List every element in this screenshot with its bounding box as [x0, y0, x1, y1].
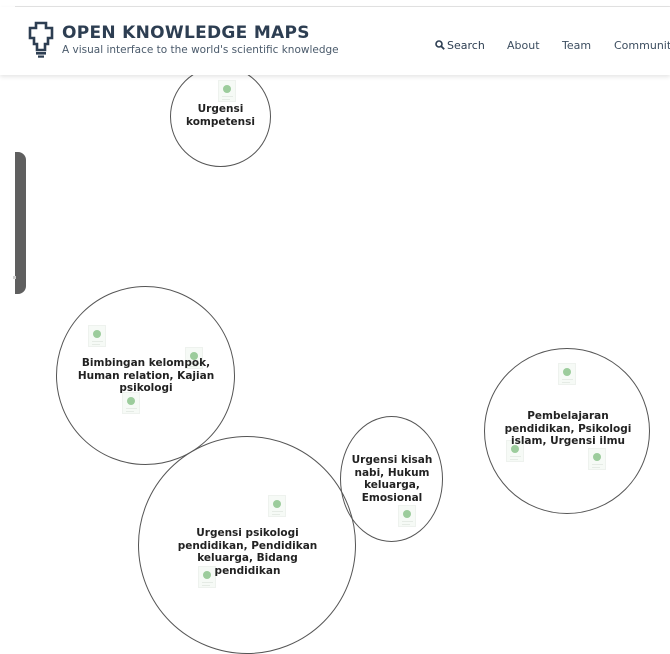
nav-search-link[interactable]: Search	[435, 39, 485, 52]
paper-icon[interactable]	[558, 363, 576, 385]
topic-bubble-label: Urgensi kisah nabi, Hukum keluarga, Emos…	[351, 454, 433, 504]
search-icon	[435, 40, 445, 50]
paper-icon[interactable]	[122, 392, 140, 414]
paper-icon[interactable]	[588, 448, 606, 470]
topic-bubble-label: Urgensi psikologi pendidikan, Pendidikan…	[177, 527, 318, 577]
nav-search-label: Search	[447, 39, 485, 52]
paper-icon[interactable]	[218, 80, 236, 102]
lightbulb-map-icon[interactable]	[25, 20, 57, 58]
paper-icon[interactable]	[398, 505, 416, 527]
paper-icon[interactable]	[88, 325, 106, 347]
nav-about-link[interactable]: About	[507, 39, 540, 52]
brand-subtitle: A visual interface to the world's scient…	[62, 44, 339, 56]
nav-community-link[interactable]: Community	[614, 39, 670, 52]
topic-bubble-label: Pembelajaran pendidikan, Psikologi islam…	[504, 410, 632, 447]
paper-icon[interactable]	[268, 495, 286, 517]
brand-title[interactable]: OPEN KNOWLEDGE MAPS	[62, 23, 310, 43]
side-panel-marker	[13, 276, 16, 279]
topic-bubble-label: Bimbingan kelompok, Human relation, Kaji…	[77, 357, 215, 394]
side-panel-edge	[12, 152, 15, 294]
topic-bubble-label: Urgensi kompetensi	[186, 103, 255, 128]
site-header: OPEN KNOWLEDGE MAPS A visual interface t…	[0, 7, 670, 75]
nav-team-link[interactable]: Team	[562, 39, 591, 52]
